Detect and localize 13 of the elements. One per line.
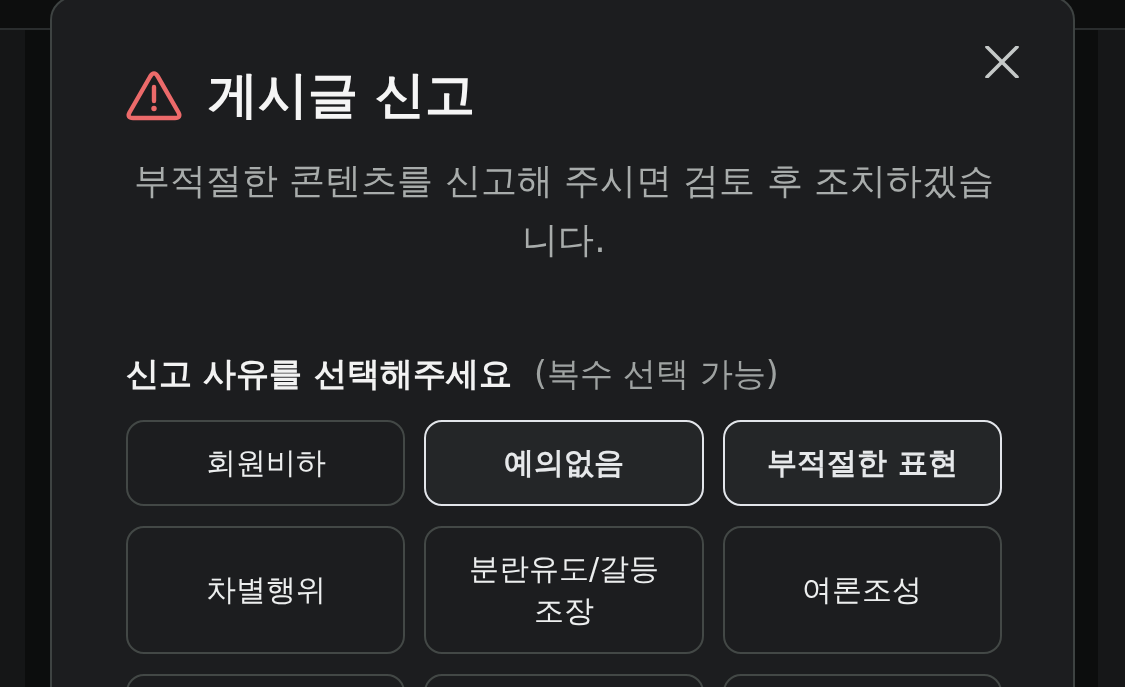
- reason-option[interactable]: 회원비하: [126, 420, 406, 506]
- close-button[interactable]: [985, 46, 1019, 78]
- dialog-title: 게시글 신고: [208, 68, 476, 123]
- reason-option[interactable]: 예의없음: [424, 420, 704, 506]
- multi-select-hint: (복수 선택 가능): [534, 353, 779, 395]
- warning-icon: [126, 70, 182, 121]
- reason-option[interactable]: 분란유도/갈등 조장: [424, 526, 704, 654]
- dialog-description: 부적절한 콘텐츠를 신고해 주시면 검토 후 조치하겠습니다.: [132, 159, 996, 262]
- close-icon: [985, 46, 1019, 78]
- reason-option[interactable]: 여론조성: [722, 526, 1002, 654]
- reason-option[interactable]: 부적절한 표현: [722, 420, 1002, 506]
- reason-option[interactable]: 차별행위: [126, 526, 406, 654]
- reason-prompt: 신고 사유를 선택해주세요: [126, 353, 512, 395]
